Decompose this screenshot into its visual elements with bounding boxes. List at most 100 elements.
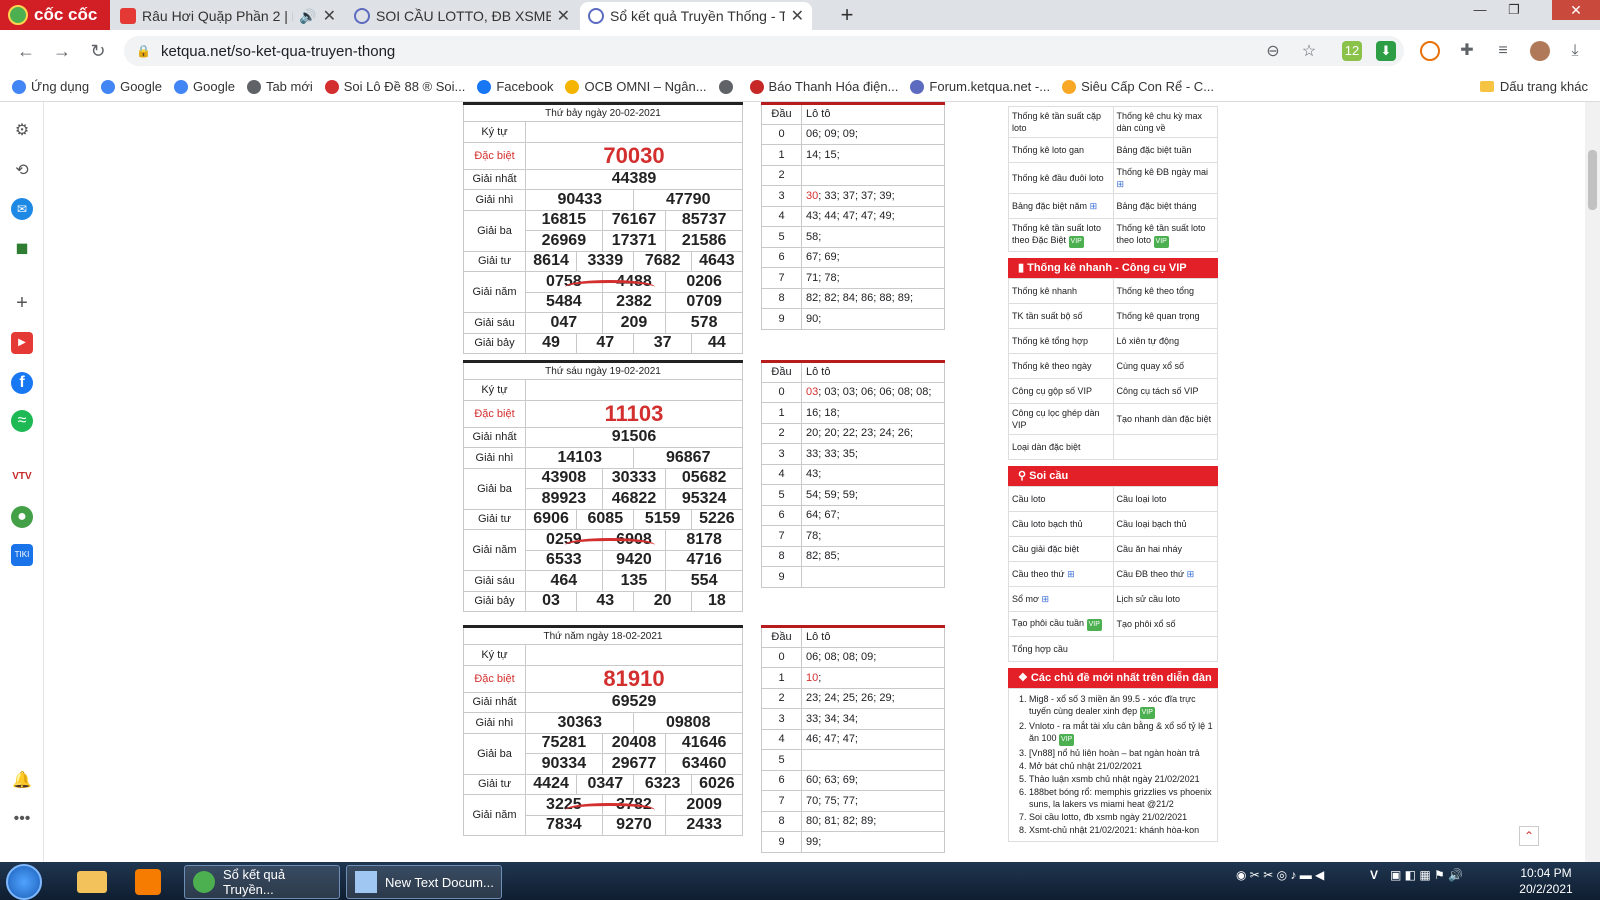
expand-plus-icon[interactable]: ⊞ xyxy=(1041,594,1049,604)
avatar[interactable] xyxy=(1530,41,1550,61)
stat-link[interactable]: Cầu loại loto xyxy=(1112,486,1218,512)
stat-link[interactable]: Công cụ gộp số VIP xyxy=(1008,378,1114,404)
zoom-icon[interactable]: ⊖ xyxy=(1262,41,1284,63)
maximize-button[interactable]: ❐ xyxy=(1500,2,1528,18)
stat-link[interactable]: Tổng hợp cầu xyxy=(1008,636,1114,662)
bookmark-item[interactable]: Soi Lô Đề 88 ® Soi... xyxy=(324,79,465,94)
stat-link[interactable]: Thống kê ĐB ngày mai ⊞ xyxy=(1112,162,1218,194)
forward-icon[interactable]: → xyxy=(44,41,80,62)
stat-link[interactable]: Thống kê chu kỳ max dàn cùng về xyxy=(1112,106,1218,138)
bookmark-item[interactable]: Tab mới xyxy=(246,79,313,94)
stat-link[interactable]: Cầu ĐB theo thứ ⊞ xyxy=(1112,561,1218,587)
page-scrollbar[interactable] xyxy=(1585,102,1600,862)
stat-link[interactable]: Cầu loại bạch thủ xyxy=(1112,511,1218,537)
media-player-icon[interactable] xyxy=(126,866,170,898)
bookmark-item[interactable]: Google xyxy=(174,79,235,94)
stat-link[interactable]: Sổ mơ ⊞ xyxy=(1008,586,1114,612)
stat-link[interactable]: Cầu giải đặc biệt xyxy=(1008,536,1114,562)
adblock-extension-icon[interactable]: 12 xyxy=(1342,41,1362,61)
close-tab-icon[interactable]: ✕ xyxy=(791,6,804,26)
history-icon[interactable]: ⟲ xyxy=(11,160,33,182)
taskbar-window-browser[interactable]: Sổ kết quả Truyền... xyxy=(184,865,340,899)
close-tab-icon[interactable]: ✕ xyxy=(323,6,336,26)
stat-link[interactable]: Thống kê tần suất cặp loto xyxy=(1008,106,1114,138)
new-tab-button[interactable]: + xyxy=(834,3,860,29)
stat-link[interactable]: Thống kê tần suất loto theo loto VIP xyxy=(1112,218,1218,252)
expand-plus-icon[interactable]: ⊞ xyxy=(1067,569,1075,579)
facebook-icon[interactable]: f xyxy=(11,372,33,394)
taskbar-window-notepad[interactable]: New Text Docum... xyxy=(346,865,502,899)
bookmark-item[interactable]: Forum.ketqua.net -... xyxy=(910,79,1050,94)
tiki-icon[interactable]: TIKI xyxy=(11,544,33,566)
stat-link[interactable]: Cầu loto bạch thủ xyxy=(1008,511,1114,537)
bookmark-star-icon[interactable]: ☆ xyxy=(1298,41,1320,63)
settings-gear-icon[interactable]: ⚙ xyxy=(11,120,33,142)
scroll-to-top-button[interactable]: ⌃ xyxy=(1519,826,1539,846)
spotify-icon[interactable]: ≈ xyxy=(11,410,33,432)
stat-link[interactable]: Tạo phôi xổ số xyxy=(1112,611,1218,637)
stat-link[interactable]: Tạo nhanh dàn đặc biệt xyxy=(1112,403,1218,435)
more-options-icon[interactable]: ••• xyxy=(11,808,33,830)
forum-topic-link[interactable]: Mở bát chủ nhật 21/02/2021 xyxy=(1029,760,1213,772)
scrollbar-thumb[interactable] xyxy=(1588,150,1597,210)
stat-link[interactable]: TK tần suất bộ số xyxy=(1008,303,1114,329)
url-text[interactable]: ketqua.net/so-ket-qua-truyen-thong xyxy=(161,43,395,60)
notification-bell-icon[interactable]: 🔔 xyxy=(11,770,33,792)
stat-link[interactable]: Bảng đặc biệt tuần xyxy=(1112,137,1218,163)
minimize-button[interactable]: — xyxy=(1466,2,1494,17)
bookmark-item[interactable]: Báo Thanh Hóa điện... xyxy=(749,79,898,94)
messenger-icon[interactable]: ✉ xyxy=(11,198,33,220)
download-icon[interactable]: ⤓ xyxy=(1564,40,1586,62)
coccoc-extension-icon[interactable] xyxy=(1420,41,1440,61)
stat-link[interactable]: Thống kê theo tổng xyxy=(1112,278,1218,304)
tray-icons[interactable]: ◉ ✂ ✂ ◎ ♪ ▬ ◀ xyxy=(1236,868,1324,882)
stat-link[interactable]: Công cụ lọc ghép dàn VIP xyxy=(1008,403,1114,435)
download-extension-icon[interactable]: ⬇ xyxy=(1376,41,1396,61)
forum-topic-link[interactable]: 188bet bóng rổ: memphis grizzlies vs pho… xyxy=(1029,786,1213,810)
stat-link[interactable]: Thống kê quan trọng xyxy=(1112,303,1218,329)
close-window-button[interactable]: ✕ xyxy=(1552,0,1600,20)
bookmark-item[interactable]: Siêu Cấp Con Rể - C... xyxy=(1062,79,1214,94)
stat-link[interactable]: Cầu theo thứ ⊞ xyxy=(1008,561,1114,587)
bookmark-item[interactable]: Facebook xyxy=(477,79,553,94)
stat-link[interactable]: Cùng quay xổ số xyxy=(1112,353,1218,379)
forum-topic-link[interactable]: Soi cầu lotto, đb xsmb ngày 21/02/2021 xyxy=(1029,811,1213,823)
file-explorer-icon[interactable] xyxy=(70,866,114,898)
stat-link[interactable]: Lô xiên tự động xyxy=(1112,328,1218,354)
stat-link[interactable]: Cầu ăn hai nháy xyxy=(1112,536,1218,562)
add-shortcut-icon[interactable]: + xyxy=(11,292,33,314)
media-control-icon[interactable]: ≡ xyxy=(1492,40,1514,62)
stat-link[interactable]: Loại dàn đặc biệt xyxy=(1008,434,1114,460)
bookmark-item[interactable] xyxy=(718,79,738,94)
forum-topic-link[interactable]: Thảo luận xsmb chủ nhật ngày 21/02/2021 xyxy=(1029,773,1213,785)
expand-plus-icon[interactable]: ⊞ xyxy=(1117,179,1125,189)
stat-link[interactable]: Thống kê tần suất loto theo Đặc Biệt VIP xyxy=(1008,218,1114,252)
extensions-puzzle-icon[interactable]: ✚ xyxy=(1456,40,1478,62)
stat-link[interactable]: Công cụ tách số VIP xyxy=(1112,378,1218,404)
stat-link[interactable]: Tạo phôi cầu tuần VIP xyxy=(1008,611,1114,637)
close-tab-icon[interactable]: ✕ xyxy=(557,6,570,26)
stat-link[interactable]: Bảng đặc biệt tháng xyxy=(1112,193,1218,219)
reload-icon[interactable]: ↻ xyxy=(80,41,116,62)
unikey-icon[interactable]: V xyxy=(1370,868,1378,882)
expand-plus-icon[interactable]: ⊞ xyxy=(1187,569,1195,579)
system-clock[interactable]: 10:04 PM 20/2/2021 xyxy=(1510,865,1582,897)
tab-soi-cau[interactable]: SOI CẦU LOTTO, ĐB XSMB Ng ✕ xyxy=(346,2,578,30)
vtv-go-icon[interactable]: VTV xyxy=(11,466,33,488)
tab-youtube[interactable]: Râu Hơi Quặp Phần 2 | Nhà 🔊 ✕ xyxy=(112,2,344,30)
stat-link[interactable]: Thống kê theo ngày xyxy=(1008,353,1114,379)
stat-link[interactable]: Thống kê đầu đuôi loto xyxy=(1008,162,1114,194)
stat-link[interactable]: Bảng đặc biệt năm ⊞ xyxy=(1008,193,1114,219)
forum-topic-link[interactable]: Xsmt-chủ nhật 21/02/2021: khánh hòa-kon xyxy=(1029,824,1213,836)
coccoc-menu-button[interactable]: cốc cốc xyxy=(0,0,110,30)
coccoc-game-icon[interactable]: ● xyxy=(11,506,33,528)
tab-so-ket-qua[interactable]: Sổ kết quả Truyền Thống - Tổ ✕ xyxy=(580,2,812,30)
address-bar[interactable]: 🔒 ketqua.net/so-ket-qua-truyen-thong xyxy=(124,36,1404,66)
game-controller-icon[interactable]: ◼ xyxy=(11,238,33,260)
stat-link[interactable]: Lịch sử cầu loto xyxy=(1112,586,1218,612)
stat-link[interactable]: Thống kê tổng hợp xyxy=(1008,328,1114,354)
youtube-icon[interactable]: ▶ xyxy=(11,332,33,354)
stat-link[interactable]: Cầu loto xyxy=(1008,486,1114,512)
stat-link[interactable]: Thống kê nhanh xyxy=(1008,278,1114,304)
expand-plus-icon[interactable]: ⊞ xyxy=(1090,201,1098,211)
